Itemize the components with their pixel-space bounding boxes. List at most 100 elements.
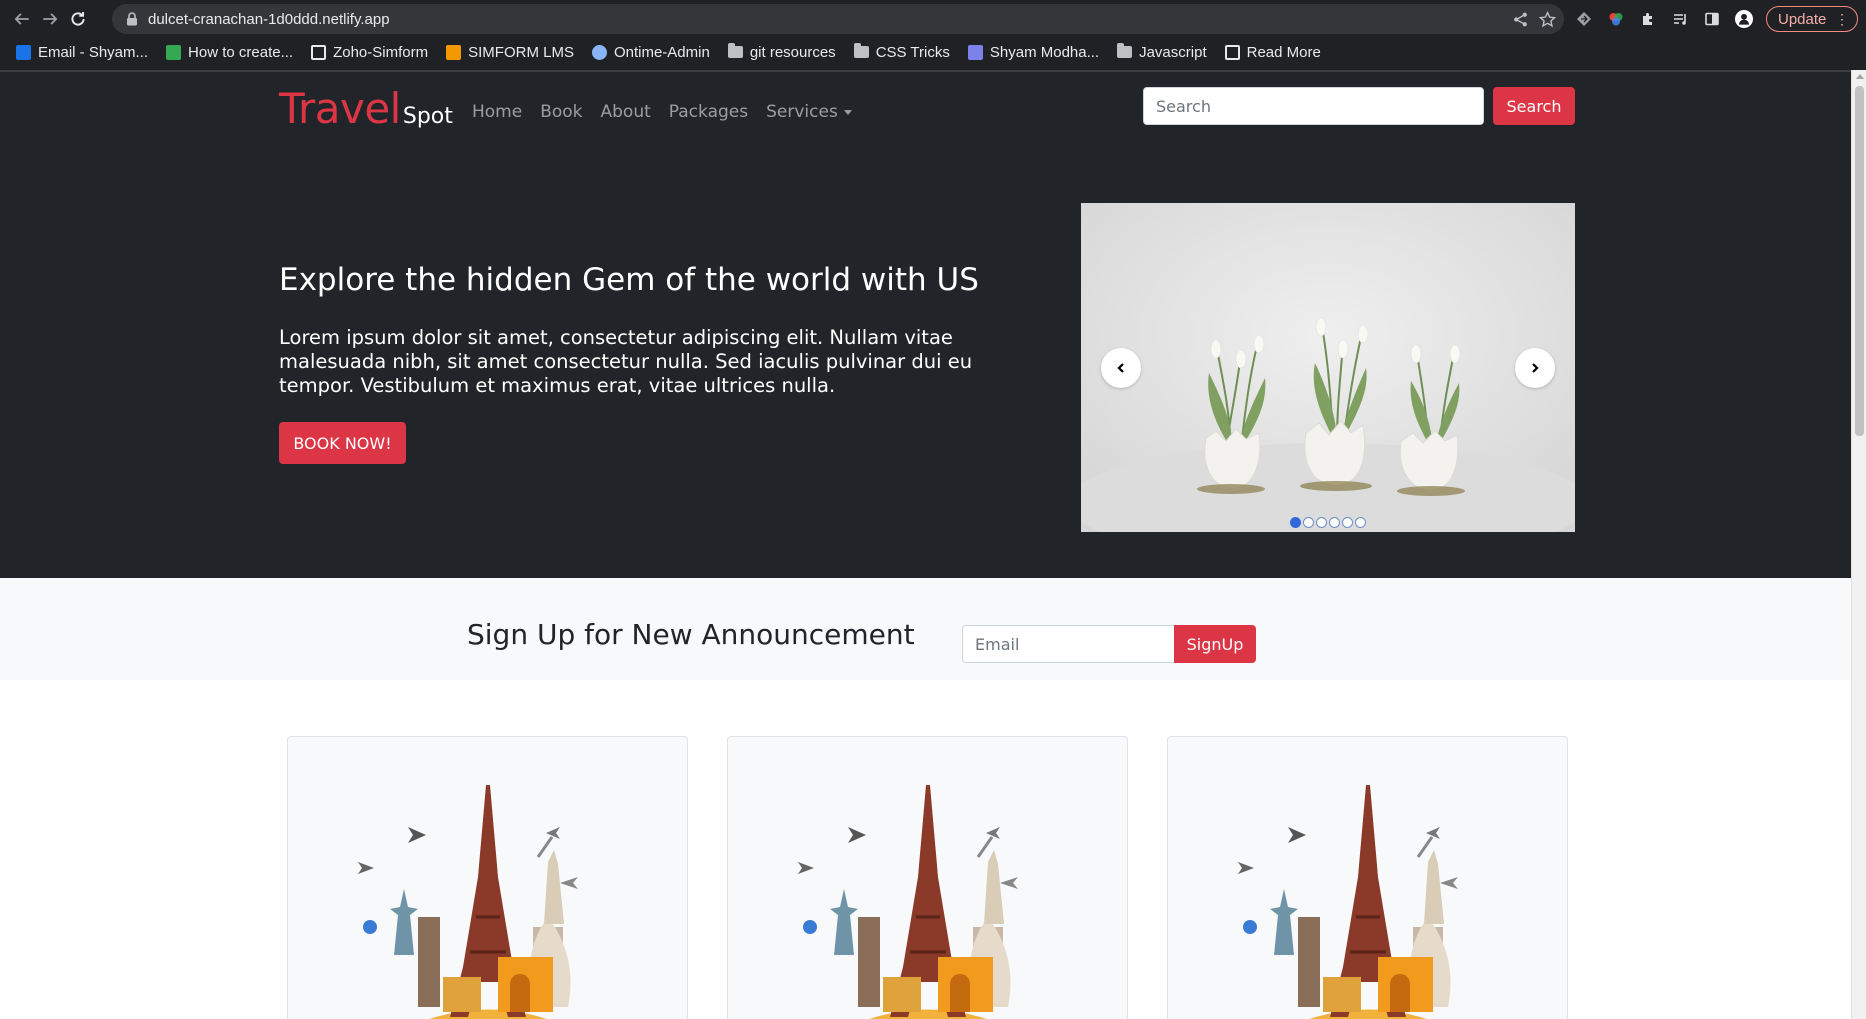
nav-home[interactable]: Home [472,102,522,122]
lms-icon [446,44,462,60]
bookmark-item[interactable]: Javascript [1117,43,1207,61]
back-button[interactable] [8,5,36,33]
bookmark-label: CSS Tricks [875,43,950,61]
chevron-right-icon [1532,363,1539,373]
brand-logo[interactable]: Travel Spot [279,84,453,133]
link-icon [166,44,182,60]
nav-packages[interactable]: Packages [669,102,748,122]
illustration-group [798,785,1018,1019]
search-input[interactable]: Search [1143,87,1484,125]
brand-main: Travel [279,84,401,133]
travel-landmarks-image [1238,785,1458,1019]
address-bar[interactable]: dulcet-cranachan-1d0ddd.netlify.app [112,4,1564,34]
share-icon[interactable] [1512,11,1529,28]
bookmark-label: Read More [1246,43,1321,61]
bookmark-label: git resources [749,43,836,61]
carousel-prev-button[interactable] [1101,348,1141,388]
arrow-right-icon [43,12,58,25]
omnibox-actions [1512,4,1556,34]
nav-services-label: Services [766,102,838,122]
carousel-flowers-image [1081,203,1575,532]
bookmark-item[interactable]: Zoho-Simform [311,44,428,61]
extension-diamond-icon[interactable] [1575,10,1593,28]
package-card-1[interactable] [287,736,688,1019]
ontime-icon [591,44,607,60]
signup-button[interactable]: SignUp [1174,625,1256,663]
scroll-up-icon[interactable] [1856,74,1864,79]
brand-sub: Spot [402,104,453,129]
page-scrollbar[interactable] [1851,70,1866,1019]
carousel-next-button[interactable] [1515,348,1555,388]
page-viewport: Travel Spot Home Book About Packages Ser… [0,70,1851,1019]
bookmark-item[interactable]: Read More [1224,43,1321,61]
update-button[interactable]: Update ⋮ [1766,6,1858,32]
zoho-icon [311,44,327,60]
folder-icon [727,43,743,58]
carousel-indicator[interactable] [1316,517,1327,528]
bookmark-item[interactable]: How to create... [166,44,293,61]
bookmark-label: SIMFORM LMS [468,43,574,61]
search-placeholder: Search [1156,96,1211,116]
carousel-indicator[interactable] [1355,517,1366,528]
carousel-indicators [1290,517,1366,528]
reload-button[interactable] [64,5,92,33]
bookmark-item[interactable]: Email - Shyam... [16,44,148,61]
email-placeholder: Email [975,634,1020,654]
bookmark-item[interactable]: git resources [727,43,836,61]
bookmark-label: Email - Shyam... [38,43,149,61]
bookmark-label: How to create... [188,43,294,61]
carousel-indicator[interactable] [1290,517,1301,528]
url-text: dulcet-cranachan-1d0ddd.netlify.app [148,10,390,28]
scrollbar-thumb[interactable] [1855,86,1864,436]
nav-about[interactable]: About [601,102,651,122]
carousel-indicator[interactable] [1342,517,1353,528]
email-input[interactable]: Email [962,625,1174,663]
reload-icon [71,11,85,25]
nav-book[interactable]: Book [540,102,582,122]
book-now-button[interactable]: BOOK NOW! [279,422,406,464]
color-picker-icon[interactable] [1607,10,1625,28]
bookmark-label: Zoho-Simform [333,43,429,61]
illustration-group [358,785,578,1019]
folder-icon [853,43,869,58]
bookmark-label: Shyam Modha... [989,43,1100,61]
teams-icon [967,44,983,60]
hero-section: Travel Spot Home Book About Packages Ser… [0,70,1851,578]
profile-avatar-icon[interactable] [1735,10,1753,28]
bookmark-label: Javascript [1139,43,1207,61]
puzzle-icon[interactable] [1639,10,1657,28]
caret-down-icon [843,109,852,115]
lock-icon [127,12,137,26]
star-icon[interactable] [1539,10,1556,28]
hero-text: Lorem ipsum dolor sit amet, consectetur … [279,326,973,397]
package-card-3[interactable] [1167,736,1568,1019]
travel-landmarks-image [798,785,1018,1019]
package-card-2[interactable] [727,736,1128,1019]
signup-title: Sign Up for New Announcement [467,618,915,651]
folder-icon [1117,43,1133,58]
hero-title: Explore the hidden Gem of the world with… [279,262,979,298]
readmore-icon [1224,44,1240,60]
signup-section: Sign Up for New Announcement Email SignU… [0,578,1851,680]
search-button[interactable]: Search [1493,87,1575,125]
nav-services-dropdown[interactable]: Services [766,102,852,122]
bookmark-item[interactable]: SIMFORM LMS [446,44,574,61]
main-nav: Home Book About Packages Services [472,102,852,122]
chevron-left-icon [1117,363,1124,373]
bookmark-item[interactable]: Ontime-Admin [591,43,710,61]
update-label: Update [1778,10,1827,28]
carousel-indicator[interactable] [1329,517,1340,528]
kebab-menu-icon[interactable]: ⋮ [1835,11,1849,27]
carousel-indicator[interactable] [1303,517,1314,528]
bookmark-label: Ontime-Admin [613,43,710,61]
reading-list-icon[interactable] [1671,10,1689,28]
toolbar: dulcet-cranachan-1d0ddd.netlify.app Upda… [0,0,1866,37]
bookmark-item[interactable]: CSS Tricks [853,43,950,61]
image-carousel [1081,203,1575,532]
travel-landmarks-image [358,785,578,1019]
bookmark-item[interactable]: Shyam Modha... [967,43,1100,61]
outlook-icon [16,44,31,60]
forward-button[interactable] [36,5,64,33]
side-panel-icon[interactable] [1703,10,1721,28]
extensions-bar [1575,4,1753,34]
